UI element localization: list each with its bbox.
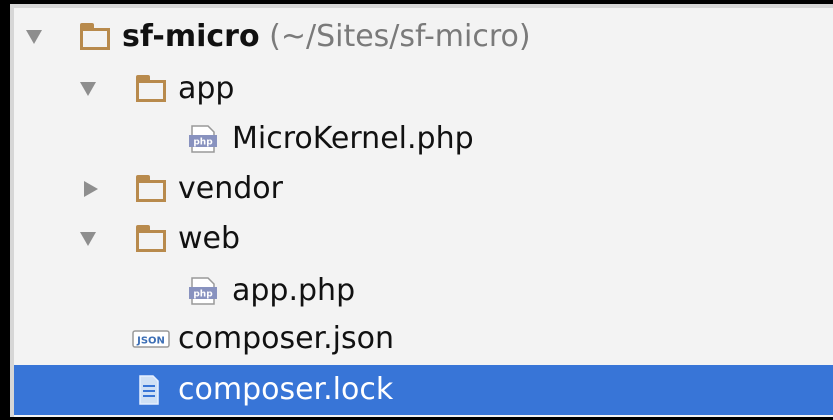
tree-row-app[interactable]: app — [14, 64, 833, 114]
tree-row-composer-lock[interactable]: composer.lock — [14, 365, 833, 415]
text-file-icon — [139, 375, 159, 405]
expand-arrow-icon[interactable] — [80, 82, 96, 96]
tree-row-label: web — [178, 221, 241, 256]
tree-row-label: MicroKernel.php — [232, 121, 474, 156]
php-file-icon: php — [189, 277, 217, 305]
php-file-icon: php — [189, 125, 217, 153]
tree-row-vendor[interactable]: vendor — [14, 164, 833, 214]
tree-row-web[interactable]: web — [14, 214, 833, 264]
svg-text:php: php — [193, 290, 213, 300]
folder-icon — [136, 225, 166, 252]
svg-text:JSON: JSON — [136, 336, 165, 347]
tree-row-app-php[interactable]: php app.php — [14, 266, 833, 316]
folder-icon — [136, 75, 166, 102]
tree-row-label: vendor — [178, 171, 283, 206]
tree-row-sf-micro[interactable]: sf-micro (~/Sites/sf-micro) — [14, 12, 833, 62]
tree-row-composer-json[interactable]: JSON composer.json — [14, 314, 833, 364]
tree-row-label: app.php — [232, 273, 356, 308]
tree-row-label: app — [178, 71, 235, 106]
collapse-arrow-icon[interactable] — [84, 181, 98, 197]
root-folder-path: (~/Sites/sf-micro) — [269, 19, 531, 54]
expand-arrow-icon[interactable] — [26, 30, 42, 44]
tree-row-label: composer.lock — [178, 372, 394, 407]
tree-row-microkernel-php[interactable]: php MicroKernel.php — [14, 114, 833, 164]
svg-text:php: php — [193, 138, 213, 148]
tree-row-label: sf-micro (~/Sites/sf-micro) — [122, 12, 531, 62]
json-file-icon: JSON — [132, 330, 170, 348]
folder-icon — [80, 23, 110, 50]
tree-row-label: composer.json — [178, 321, 395, 356]
project-tree-panel: sf-micro (~/Sites/sf-micro) app php Micr… — [10, 4, 833, 417]
expand-arrow-icon[interactable] — [80, 232, 96, 246]
folder-icon — [136, 175, 166, 202]
root-folder-name: sf-micro — [122, 19, 260, 54]
